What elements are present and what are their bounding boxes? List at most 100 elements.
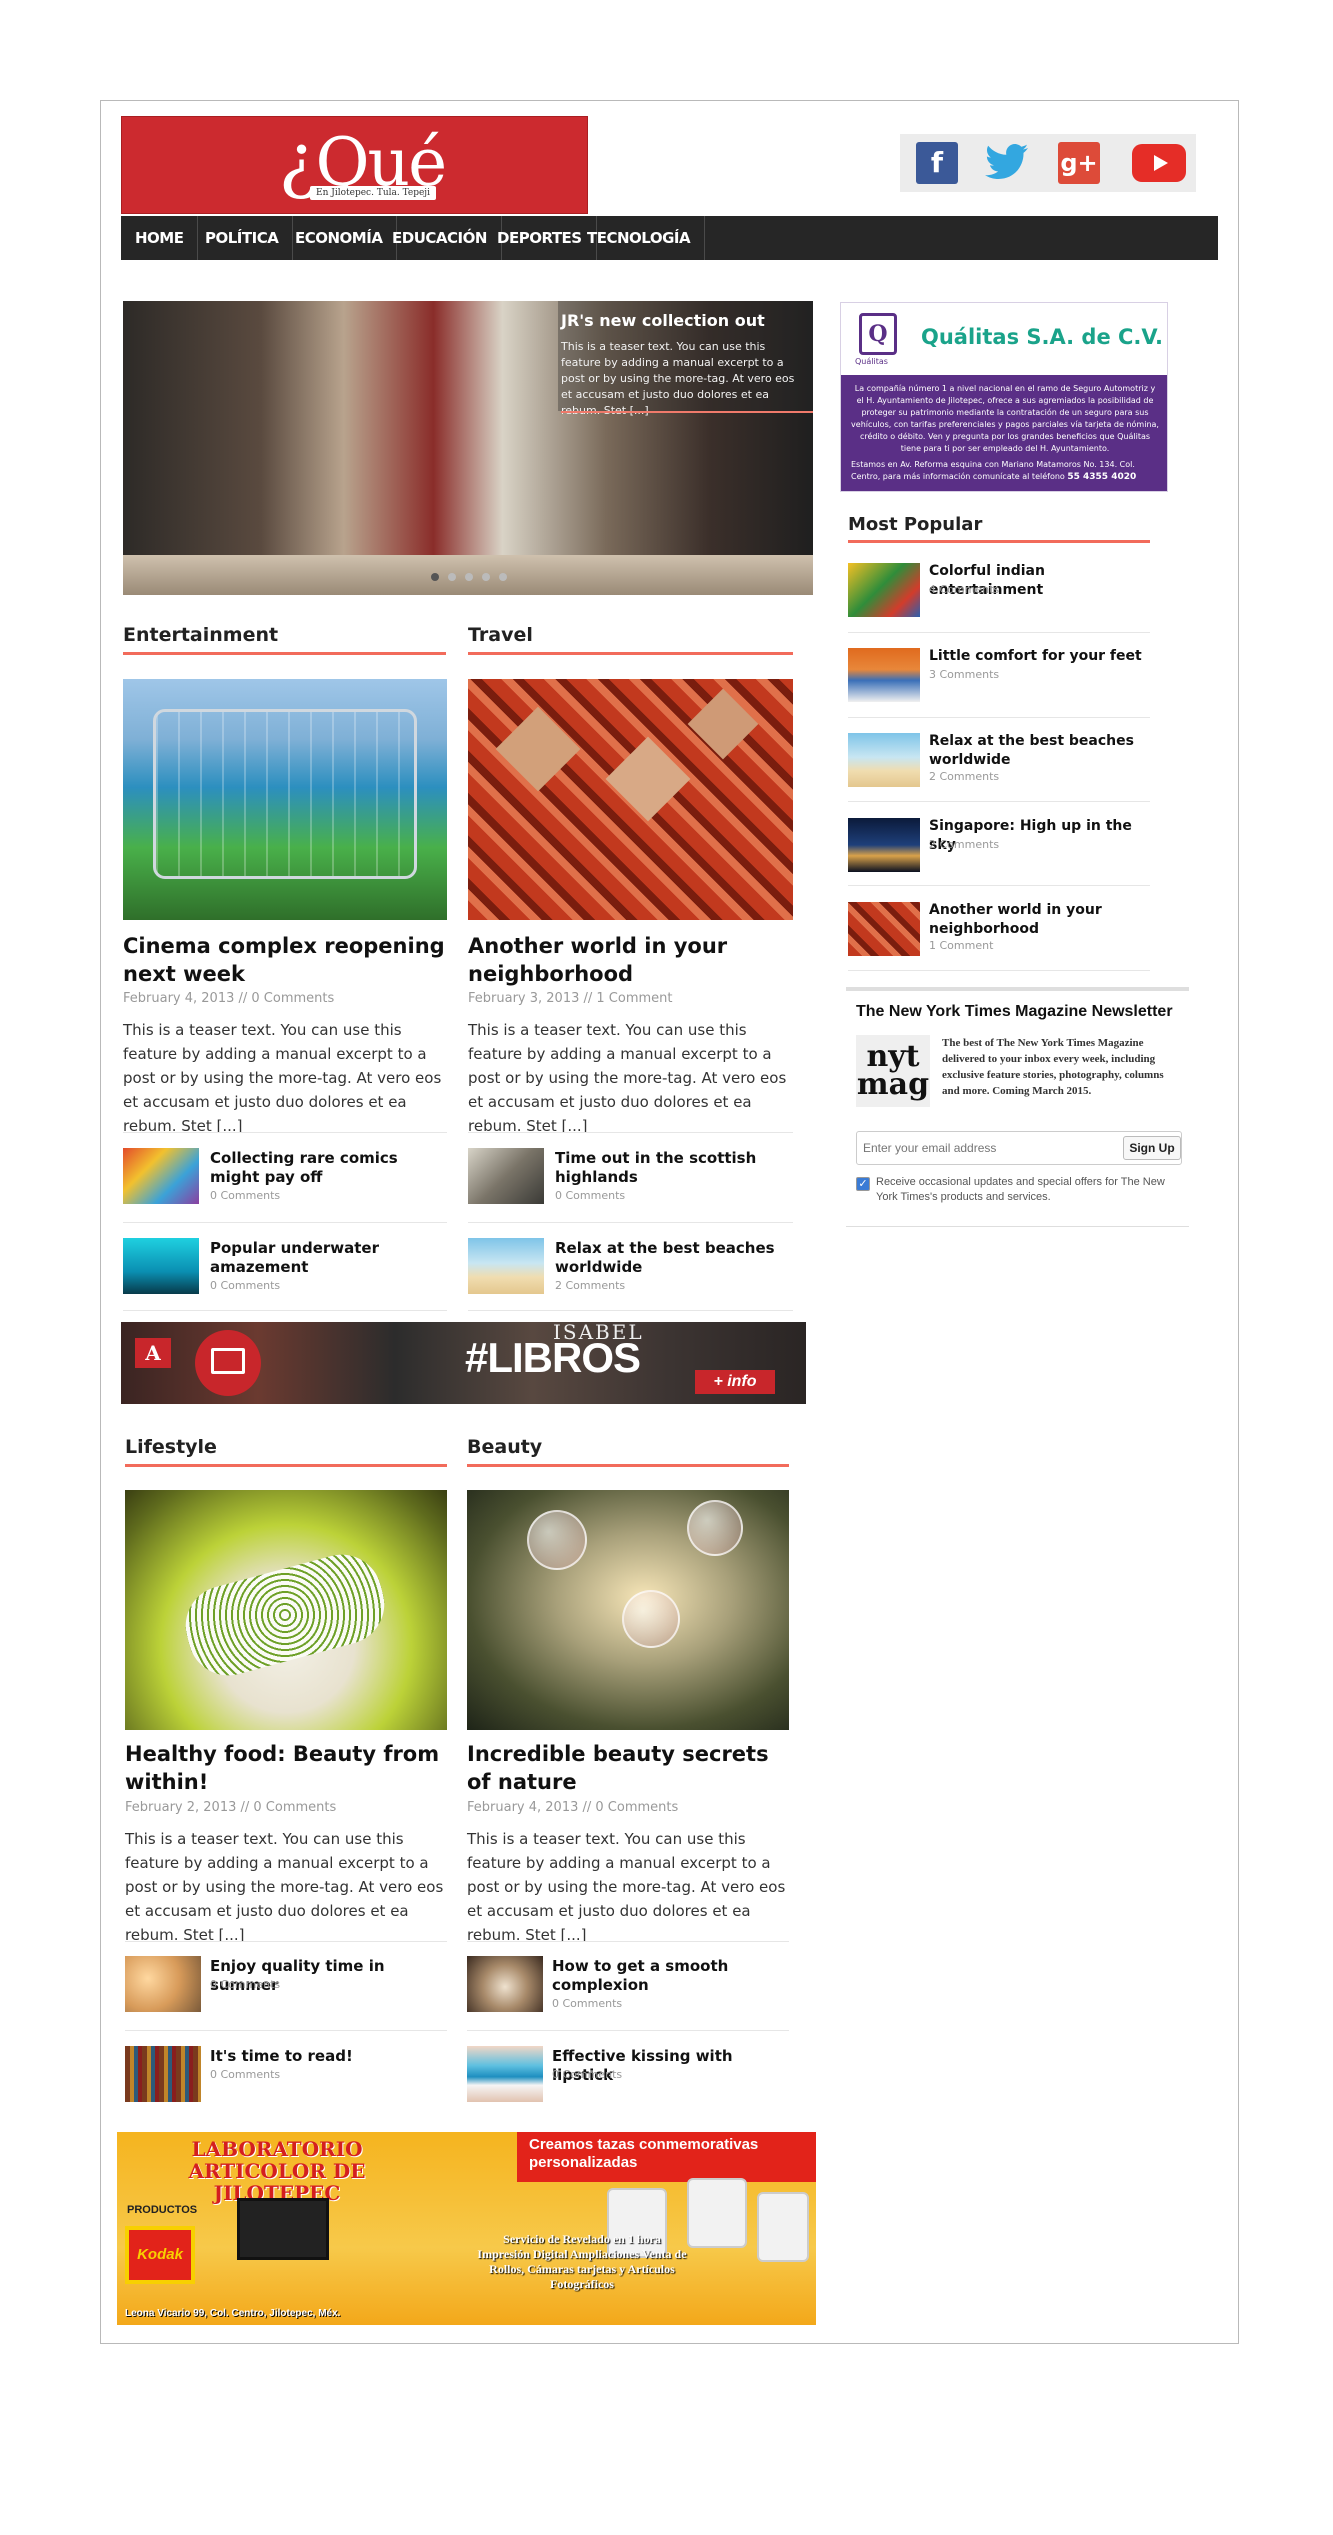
twitter-icon[interactable] (984, 142, 1028, 184)
nav-item-tecnologia[interactable]: TECNOLOGÍA (573, 216, 706, 260)
divider (848, 970, 1150, 971)
slider-dots (431, 573, 521, 583)
popular-post-title[interactable]: Little comfort for your feet (929, 647, 1151, 666)
book-icon (195, 1330, 261, 1396)
ad-title: Quálitas S.A. de C.V. (921, 325, 1163, 349)
social-links: f g+ (900, 134, 1196, 192)
mini-post-meta: 0 Comments (210, 1279, 281, 1292)
mini-post-title[interactable]: How to get a smooth complexion (552, 1957, 782, 1995)
lab-address: Leona Vicario 99, Col. Centro, Jilotepec… (125, 2308, 341, 2319)
site-logo[interactable]: ¿Qué hay...? En Jilotepec. Tula. Tepeji (121, 116, 588, 287)
slider-dot[interactable] (499, 573, 507, 581)
article-title[interactable]: Incredible beauty secrets of nature (467, 1740, 789, 1796)
sign-up-button[interactable]: Sign Up (1123, 1136, 1181, 1160)
divider (468, 1310, 793, 1311)
thumb-image[interactable] (468, 1238, 544, 1294)
laboratorio-banner[interactable]: LABORATORIO ARTICOLOR DE JILOTEPEC Cream… (117, 2132, 816, 2325)
divider (468, 1222, 793, 1223)
youtube-icon[interactable] (1132, 144, 1186, 182)
checkbox-checked-icon[interactable]: ✓ (856, 1177, 870, 1191)
facebook-icon[interactable]: f (916, 142, 958, 184)
section-title-entertainment[interactable]: Entertainment (123, 624, 278, 646)
mini-post-meta: 0 Comments (555, 1189, 626, 1202)
thumb-image[interactable] (848, 733, 920, 787)
thumb-image[interactable] (123, 1238, 199, 1294)
divider (467, 1941, 789, 1942)
thumb-image[interactable] (467, 1956, 543, 2012)
lab-products-label: PRODUCTOS (127, 2204, 198, 2216)
article-image[interactable] (125, 1490, 447, 1730)
divider (125, 2030, 447, 2031)
thumb-image[interactable] (123, 1148, 199, 1204)
featured-slider[interactable]: JR's new collection out This is a teaser… (123, 301, 813, 595)
divider (848, 885, 1150, 886)
slider-dot[interactable] (448, 573, 456, 581)
newsletter-form: Sign Up (856, 1131, 1182, 1165)
article-meta: February 2, 2013 // 0 Comments (125, 1800, 337, 1815)
popular-post-meta: 2 Comments (929, 770, 1000, 783)
section-title-lifestyle[interactable]: Lifestyle (125, 1436, 217, 1458)
libros-info-button[interactable]: + info (695, 1370, 775, 1394)
mini-post-title[interactable]: Popular underwater amazement (210, 1239, 440, 1277)
popular-post-meta: 4 Comments (929, 583, 1000, 596)
thumb-image[interactable] (468, 1148, 544, 1204)
thumb-image[interactable] (848, 648, 920, 702)
divider (848, 801, 1150, 802)
article-title[interactable]: Cinema complex reopening next week (123, 932, 447, 988)
article-image[interactable] (467, 1490, 789, 1730)
article-title[interactable]: Another world in your neighborhood (468, 932, 793, 988)
mini-post-meta: 2 Comments (555, 1279, 626, 1292)
mug-image (687, 2178, 747, 2248)
section-underline (125, 1464, 447, 1467)
lab-services: Servicio de Revelado en 1 hora Impresión… (477, 2232, 687, 2291)
mug-image (757, 2192, 809, 2262)
nav-item-home[interactable]: HOME (121, 216, 199, 260)
popular-post-title[interactable]: Relax at the best beaches worldwide (929, 732, 1151, 770)
article-image[interactable] (468, 679, 793, 920)
article-excerpt: This is a teaser text. You can use this … (123, 1021, 442, 1135)
mini-post-title[interactable]: Time out in the scottish highlands (555, 1149, 785, 1187)
thumb-image[interactable] (125, 2046, 201, 2102)
ad-body: La compañía número 1 a nivel nacional en… (851, 384, 1159, 453)
email-input[interactable] (863, 1136, 1103, 1160)
slide-title[interactable]: JR's new collection out (561, 311, 765, 330)
divider (123, 1310, 447, 1311)
qualitas-logo-name: Quálitas (855, 357, 888, 366)
popular-post-title[interactable]: Another world in your neighborhood (929, 901, 1151, 939)
thumb-image[interactable] (848, 902, 920, 956)
thumb-image[interactable] (848, 818, 920, 872)
mini-post-meta: 0 Comments (210, 1189, 281, 1202)
mini-post-title[interactable]: Relax at the best beaches worldwide (555, 1239, 785, 1277)
article-title[interactable]: Healthy food: Beauty from within! (125, 1740, 447, 1796)
nav-item-politica[interactable]: POLÍTICA (191, 216, 294, 260)
qualitas-ad[interactable]: Q Quálitas Quálitas S.A. de C.V. La comp… (840, 302, 1168, 492)
ad-phone: 55 4355 4020 (1067, 472, 1137, 482)
section-title-travel[interactable]: Travel (468, 624, 533, 646)
mini-post-title[interactable]: Collecting rare comics might pay off (210, 1149, 440, 1187)
mini-post-meta: 0 Comments (552, 2068, 623, 2081)
slider-dot[interactable] (482, 573, 490, 581)
logo-tagline: En Jilotepec. Tula. Tepeji (310, 186, 436, 200)
google-plus-icon[interactable]: g+ (1058, 142, 1100, 184)
article-meta: February 4, 2013 // 0 Comments (467, 1800, 679, 1815)
thumb-image[interactable] (467, 2046, 543, 2102)
libros-banner[interactable]: A ISABEL #LIBROS + info (121, 1322, 806, 1404)
divider (468, 1132, 793, 1133)
lab-promo-text: Creamos tazas conmemorativas personaliza… (529, 2136, 759, 2171)
qualitas-logo: Q (859, 313, 897, 355)
section-title-beauty[interactable]: Beauty (467, 1436, 542, 1458)
logo-title: ¿Qué hay...? (278, 118, 447, 287)
popular-post-meta: 3 Comments (929, 668, 1000, 681)
article-meta: February 3, 2013 // 1 Comment (468, 991, 673, 1006)
slider-dot[interactable] (431, 573, 439, 581)
slider-dot[interactable] (465, 573, 473, 581)
thumb-image[interactable] (848, 563, 920, 617)
mini-post-title[interactable]: It's time to read! (210, 2047, 440, 2066)
libros-hashtag: #LIBROS (465, 1334, 641, 1381)
article-excerpt: This is a teaser text. You can use this … (125, 1830, 444, 1944)
article-image[interactable] (123, 679, 447, 920)
divider (123, 1132, 447, 1133)
lab-title: LABORATORIO ARTICOLOR DE JILOTEPEC (188, 2137, 366, 2205)
thumb-image[interactable] (125, 1956, 201, 2012)
divider (467, 2030, 789, 2031)
